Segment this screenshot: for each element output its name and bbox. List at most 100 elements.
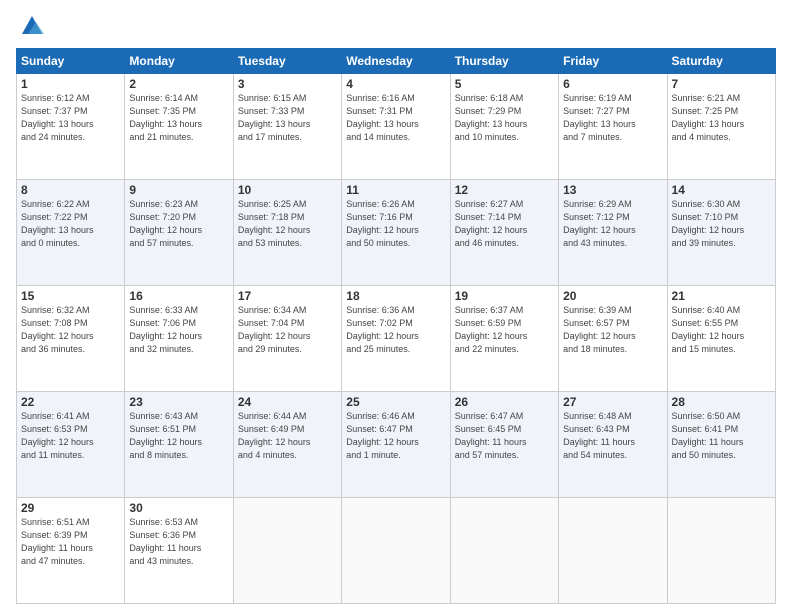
day-info: Sunrise: 6:21 AM Sunset: 7:25 PM Dayligh… bbox=[672, 92, 771, 144]
table-row: 26Sunrise: 6:47 AM Sunset: 6:45 PM Dayli… bbox=[450, 392, 558, 498]
day-number: 1 bbox=[21, 77, 120, 91]
day-info: Sunrise: 6:23 AM Sunset: 7:20 PM Dayligh… bbox=[129, 198, 228, 250]
table-row: 6Sunrise: 6:19 AM Sunset: 7:27 PM Daylig… bbox=[559, 74, 667, 180]
day-info: Sunrise: 6:40 AM Sunset: 6:55 PM Dayligh… bbox=[672, 304, 771, 356]
day-number: 15 bbox=[21, 289, 120, 303]
day-number: 12 bbox=[455, 183, 554, 197]
header-monday: Monday bbox=[125, 49, 233, 74]
day-number: 18 bbox=[346, 289, 445, 303]
day-info: Sunrise: 6:25 AM Sunset: 7:18 PM Dayligh… bbox=[238, 198, 337, 250]
day-info: Sunrise: 6:43 AM Sunset: 6:51 PM Dayligh… bbox=[129, 410, 228, 462]
day-number: 19 bbox=[455, 289, 554, 303]
table-row bbox=[450, 498, 558, 604]
day-number: 23 bbox=[129, 395, 228, 409]
table-row: 1Sunrise: 6:12 AM Sunset: 7:37 PM Daylig… bbox=[17, 74, 125, 180]
table-row: 27Sunrise: 6:48 AM Sunset: 6:43 PM Dayli… bbox=[559, 392, 667, 498]
day-number: 2 bbox=[129, 77, 228, 91]
day-number: 30 bbox=[129, 501, 228, 515]
day-number: 20 bbox=[563, 289, 662, 303]
table-row: 18Sunrise: 6:36 AM Sunset: 7:02 PM Dayli… bbox=[342, 286, 450, 392]
calendar-header-row: Sunday Monday Tuesday Wednesday Thursday… bbox=[17, 49, 776, 74]
day-info: Sunrise: 6:36 AM Sunset: 7:02 PM Dayligh… bbox=[346, 304, 445, 356]
table-row: 7Sunrise: 6:21 AM Sunset: 7:25 PM Daylig… bbox=[667, 74, 775, 180]
page: Sunday Monday Tuesday Wednesday Thursday… bbox=[0, 0, 792, 612]
day-number: 29 bbox=[21, 501, 120, 515]
day-info: Sunrise: 6:44 AM Sunset: 6:49 PM Dayligh… bbox=[238, 410, 337, 462]
day-number: 28 bbox=[672, 395, 771, 409]
table-row: 3Sunrise: 6:15 AM Sunset: 7:33 PM Daylig… bbox=[233, 74, 341, 180]
table-row: 28Sunrise: 6:50 AM Sunset: 6:41 PM Dayli… bbox=[667, 392, 775, 498]
day-number: 4 bbox=[346, 77, 445, 91]
day-info: Sunrise: 6:50 AM Sunset: 6:41 PM Dayligh… bbox=[672, 410, 771, 462]
day-info: Sunrise: 6:46 AM Sunset: 6:47 PM Dayligh… bbox=[346, 410, 445, 462]
table-row: 13Sunrise: 6:29 AM Sunset: 7:12 PM Dayli… bbox=[559, 180, 667, 286]
day-info: Sunrise: 6:16 AM Sunset: 7:31 PM Dayligh… bbox=[346, 92, 445, 144]
day-number: 10 bbox=[238, 183, 337, 197]
logo-icon bbox=[18, 12, 46, 40]
table-row: 16Sunrise: 6:33 AM Sunset: 7:06 PM Dayli… bbox=[125, 286, 233, 392]
day-number: 17 bbox=[238, 289, 337, 303]
day-info: Sunrise: 6:14 AM Sunset: 7:35 PM Dayligh… bbox=[129, 92, 228, 144]
day-number: 16 bbox=[129, 289, 228, 303]
table-row: 25Sunrise: 6:46 AM Sunset: 6:47 PM Dayli… bbox=[342, 392, 450, 498]
day-info: Sunrise: 6:39 AM Sunset: 6:57 PM Dayligh… bbox=[563, 304, 662, 356]
calendar: Sunday Monday Tuesday Wednesday Thursday… bbox=[16, 48, 776, 604]
header-tuesday: Tuesday bbox=[233, 49, 341, 74]
table-row: 9Sunrise: 6:23 AM Sunset: 7:20 PM Daylig… bbox=[125, 180, 233, 286]
day-number: 6 bbox=[563, 77, 662, 91]
day-info: Sunrise: 6:29 AM Sunset: 7:12 PM Dayligh… bbox=[563, 198, 662, 250]
day-info: Sunrise: 6:47 AM Sunset: 6:45 PM Dayligh… bbox=[455, 410, 554, 462]
table-row: 8Sunrise: 6:22 AM Sunset: 7:22 PM Daylig… bbox=[17, 180, 125, 286]
day-info: Sunrise: 6:48 AM Sunset: 6:43 PM Dayligh… bbox=[563, 410, 662, 462]
header-sunday: Sunday bbox=[17, 49, 125, 74]
day-number: 5 bbox=[455, 77, 554, 91]
header bbox=[16, 12, 776, 40]
table-row: 5Sunrise: 6:18 AM Sunset: 7:29 PM Daylig… bbox=[450, 74, 558, 180]
table-row: 11Sunrise: 6:26 AM Sunset: 7:16 PM Dayli… bbox=[342, 180, 450, 286]
day-info: Sunrise: 6:12 AM Sunset: 7:37 PM Dayligh… bbox=[21, 92, 120, 144]
calendar-week-row: 15Sunrise: 6:32 AM Sunset: 7:08 PM Dayli… bbox=[17, 286, 776, 392]
day-info: Sunrise: 6:37 AM Sunset: 6:59 PM Dayligh… bbox=[455, 304, 554, 356]
header-friday: Friday bbox=[559, 49, 667, 74]
table-row: 17Sunrise: 6:34 AM Sunset: 7:04 PM Dayli… bbox=[233, 286, 341, 392]
day-info: Sunrise: 6:15 AM Sunset: 7:33 PM Dayligh… bbox=[238, 92, 337, 144]
calendar-week-row: 8Sunrise: 6:22 AM Sunset: 7:22 PM Daylig… bbox=[17, 180, 776, 286]
table-row: 14Sunrise: 6:30 AM Sunset: 7:10 PM Dayli… bbox=[667, 180, 775, 286]
day-info: Sunrise: 6:30 AM Sunset: 7:10 PM Dayligh… bbox=[672, 198, 771, 250]
day-number: 11 bbox=[346, 183, 445, 197]
table-row bbox=[559, 498, 667, 604]
table-row: 20Sunrise: 6:39 AM Sunset: 6:57 PM Dayli… bbox=[559, 286, 667, 392]
day-number: 27 bbox=[563, 395, 662, 409]
table-row: 19Sunrise: 6:37 AM Sunset: 6:59 PM Dayli… bbox=[450, 286, 558, 392]
table-row bbox=[667, 498, 775, 604]
calendar-week-row: 29Sunrise: 6:51 AM Sunset: 6:39 PM Dayli… bbox=[17, 498, 776, 604]
calendar-week-row: 22Sunrise: 6:41 AM Sunset: 6:53 PM Dayli… bbox=[17, 392, 776, 498]
day-number: 26 bbox=[455, 395, 554, 409]
day-number: 13 bbox=[563, 183, 662, 197]
table-row: 29Sunrise: 6:51 AM Sunset: 6:39 PM Dayli… bbox=[17, 498, 125, 604]
day-info: Sunrise: 6:32 AM Sunset: 7:08 PM Dayligh… bbox=[21, 304, 120, 356]
day-info: Sunrise: 6:41 AM Sunset: 6:53 PM Dayligh… bbox=[21, 410, 120, 462]
day-number: 8 bbox=[21, 183, 120, 197]
day-info: Sunrise: 6:26 AM Sunset: 7:16 PM Dayligh… bbox=[346, 198, 445, 250]
table-row bbox=[342, 498, 450, 604]
table-row: 21Sunrise: 6:40 AM Sunset: 6:55 PM Dayli… bbox=[667, 286, 775, 392]
day-info: Sunrise: 6:19 AM Sunset: 7:27 PM Dayligh… bbox=[563, 92, 662, 144]
day-number: 7 bbox=[672, 77, 771, 91]
day-info: Sunrise: 6:51 AM Sunset: 6:39 PM Dayligh… bbox=[21, 516, 120, 568]
day-number: 22 bbox=[21, 395, 120, 409]
header-saturday: Saturday bbox=[667, 49, 775, 74]
day-number: 24 bbox=[238, 395, 337, 409]
header-thursday: Thursday bbox=[450, 49, 558, 74]
table-row: 30Sunrise: 6:53 AM Sunset: 6:36 PM Dayli… bbox=[125, 498, 233, 604]
table-row: 23Sunrise: 6:43 AM Sunset: 6:51 PM Dayli… bbox=[125, 392, 233, 498]
day-info: Sunrise: 6:22 AM Sunset: 7:22 PM Dayligh… bbox=[21, 198, 120, 250]
day-info: Sunrise: 6:34 AM Sunset: 7:04 PM Dayligh… bbox=[238, 304, 337, 356]
table-row: 10Sunrise: 6:25 AM Sunset: 7:18 PM Dayli… bbox=[233, 180, 341, 286]
table-row: 15Sunrise: 6:32 AM Sunset: 7:08 PM Dayli… bbox=[17, 286, 125, 392]
table-row bbox=[233, 498, 341, 604]
day-info: Sunrise: 6:33 AM Sunset: 7:06 PM Dayligh… bbox=[129, 304, 228, 356]
day-info: Sunrise: 6:18 AM Sunset: 7:29 PM Dayligh… bbox=[455, 92, 554, 144]
table-row: 22Sunrise: 6:41 AM Sunset: 6:53 PM Dayli… bbox=[17, 392, 125, 498]
day-number: 14 bbox=[672, 183, 771, 197]
